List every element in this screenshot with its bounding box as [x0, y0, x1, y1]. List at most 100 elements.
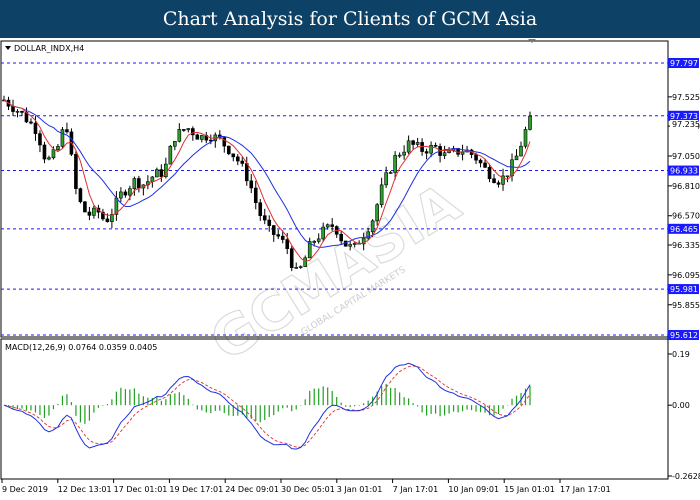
candle-body: [65, 129, 69, 133]
candle-body: [150, 176, 155, 182]
candle-body: [393, 155, 397, 173]
candle-body: [397, 154, 402, 157]
time-tick-label: 19 Dec 17:01: [169, 485, 223, 494]
candle-body: [523, 129, 528, 147]
candle-body: [78, 188, 83, 203]
moving-average-fast: [3, 99, 531, 263]
candle-body: [496, 182, 501, 185]
time-tick-label: 7 Jan 17:01: [393, 485, 439, 494]
price-tick-label: 96.810: [672, 182, 700, 191]
candle-body: [177, 129, 182, 142]
candle-body: [182, 129, 186, 131]
level-badge-label: 96.933: [670, 167, 698, 176]
candle-body: [92, 207, 96, 216]
candle-body: [235, 156, 240, 162]
watermark-main: GCMASIA: [200, 171, 471, 373]
candle-body: [298, 266, 303, 268]
candle-body: [56, 146, 60, 150]
candle-body: [280, 235, 285, 240]
candle-body: [325, 224, 330, 228]
candle-body: [415, 142, 420, 145]
candle-body: [402, 151, 406, 156]
candle-body: [321, 226, 325, 240]
candle-body: [119, 191, 123, 199]
macd-signal-line: [3, 365, 531, 448]
level-badge-label: 95.612: [670, 331, 698, 340]
candle-body: [137, 178, 141, 189]
candle-body: [339, 233, 343, 242]
candle-body: [271, 225, 276, 235]
candle-body: [375, 204, 379, 222]
time-axis: 9 Dec 2019 12 Dec 13:01 17 Dec 01:01 19 Dec…: [1, 479, 611, 494]
candle-body: [105, 218, 110, 222]
candle-body: [312, 241, 317, 243]
candle-body: [330, 224, 334, 227]
time-tick-label: 30 Dec 05:01: [281, 485, 335, 494]
candle-body: [433, 145, 438, 147]
candlestick-series: [2, 95, 532, 272]
candle-body: [11, 105, 15, 112]
candle-body: [519, 145, 523, 157]
candle-body: [267, 219, 272, 226]
candle-body: [87, 211, 92, 216]
candle-body: [487, 167, 492, 180]
candle-body: [155, 169, 159, 178]
chart-area: GCMASIA GLOBAL CAPITAL MARKETS 97.525 97.…: [0, 39, 700, 494]
price-tick-label: 96.335: [672, 241, 700, 250]
candle-body: [429, 145, 433, 154]
price-tick-label: 97.050: [672, 152, 700, 161]
candle-body: [253, 187, 258, 204]
candle-body: [294, 267, 299, 269]
page-title: Chart Analysis for Clients of GCM Asia: [162, 8, 538, 30]
candle-body: [191, 128, 195, 136]
candle-body: [411, 140, 415, 145]
candle-body: [222, 137, 227, 147]
level-badge-label: 95.981: [670, 285, 698, 294]
macd-panel: [0, 338, 669, 480]
candle-body: [289, 248, 294, 268]
price-tick-label: 96.570: [672, 212, 700, 221]
candle-body: [195, 134, 200, 140]
candle-body: [483, 162, 487, 168]
candle-body: [47, 157, 51, 160]
candle-body: [74, 153, 78, 189]
candle-body: [240, 160, 245, 164]
candle-body: [460, 151, 465, 155]
candle-body: [128, 188, 132, 196]
time-tick-label: 10 Jan 09:01: [448, 485, 499, 494]
header-bar: Chart Analysis for Clients of GCM Asia: [0, 0, 700, 38]
candle-body: [420, 142, 424, 152]
candle-body: [60, 129, 65, 147]
candle-body: [316, 238, 321, 242]
candle-body: [262, 215, 267, 221]
candle-body: [370, 220, 375, 233]
macd-tick-label: 0.00: [672, 401, 690, 410]
candle-body: [406, 140, 411, 153]
macd-histogram: [7, 383, 531, 424]
candle-body: [379, 184, 384, 206]
candle-body: [348, 244, 352, 247]
current-price-label: 97.235: [672, 120, 700, 129]
candle-body: [442, 152, 447, 156]
candle-body: [20, 110, 24, 113]
candle-body: [29, 121, 33, 124]
candle-body: [510, 159, 514, 177]
time-tick-label: 9 Dec 2019: [2, 485, 48, 494]
candle-body: [474, 154, 478, 161]
candle-body: [51, 149, 56, 159]
candle-body: [38, 133, 42, 146]
candle-body: [352, 242, 357, 245]
candle-body: [123, 191, 128, 196]
symbol-header: DOLLAR_INDX,H4: [5, 44, 84, 53]
level-badge-label: 96.465: [670, 225, 698, 234]
time-tick-label: 3 Jan 01:01: [337, 485, 383, 494]
time-tick-label: 15 Jan 01:01: [504, 485, 555, 494]
candle-body: [168, 145, 173, 165]
candle-body: [478, 159, 483, 164]
candle-body: [492, 178, 496, 183]
price-tick-label: 96.095: [672, 271, 700, 280]
time-tick-label: 24 Dec 09:01: [225, 485, 279, 494]
candle-body: [159, 169, 164, 178]
time-tick-label: 17 Jan 17:01: [560, 485, 611, 494]
dropdown-triangle-icon: [5, 46, 11, 50]
